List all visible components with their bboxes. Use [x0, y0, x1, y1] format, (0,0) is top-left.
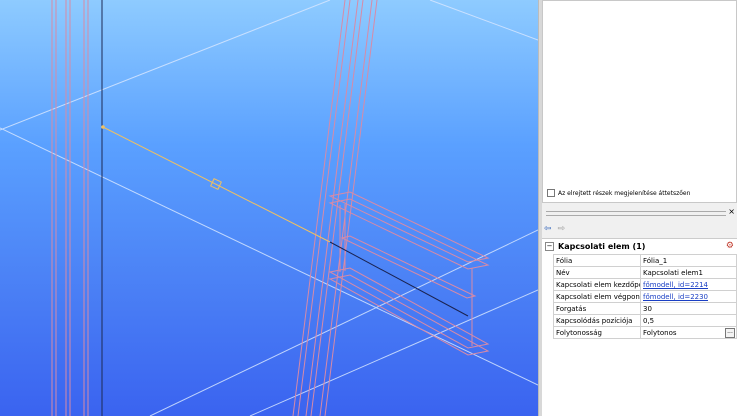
property-group-title: Kapcsolati elem (1): [558, 242, 646, 251]
property-label: Kapcsolati elem kezdőpc: [553, 278, 641, 291]
property-value-text: Folytonos: [643, 328, 677, 337]
property-row[interactable]: Kapcsolati elem végpont főmodell, id=2230: [553, 290, 737, 303]
property-group-header[interactable]: − Kapcsolati elem (1) ⚙: [542, 241, 737, 252]
property-value[interactable]: Folytonos...: [640, 326, 737, 339]
ellipsis-button[interactable]: ...: [725, 328, 735, 338]
property-value-text: Kapcsolati elem1: [643, 268, 703, 277]
property-value[interactable]: Kapcsolati elem1: [640, 266, 737, 279]
slanted-member: [292, 0, 378, 416]
property-row[interactable]: Folytonosság Folytonos...: [553, 326, 737, 339]
property-label: Forgatás: [553, 302, 641, 315]
property-value-link[interactable]: főmodell, id=2230: [643, 293, 708, 301]
properties-icon[interactable]: ⚙: [726, 241, 734, 251]
model-canvas[interactable]: [0, 0, 538, 416]
beam-axis-line: [329, 241, 469, 317]
grid-lines: [0, 0, 538, 416]
property-navigation: ⇦ ⇨: [544, 224, 565, 234]
property-value-text: 30: [643, 304, 652, 313]
property-value[interactable]: Fólia_1: [640, 254, 737, 267]
property-label: Kapcsolódás pozíciója: [553, 314, 641, 327]
property-label: Fólia: [553, 254, 641, 267]
connection-element-line: [102, 126, 331, 243]
vertical-member-left: [51, 0, 89, 416]
property-value-text: Fólia_1: [643, 256, 668, 265]
property-value[interactable]: főmodell, id=2230: [640, 290, 737, 303]
3d-viewport[interactable]: [0, 0, 538, 416]
i-beam: [328, 191, 490, 356]
property-value[interactable]: főmodell, id=2214: [640, 278, 737, 291]
back-arrow-icon[interactable]: ⇦: [544, 224, 552, 234]
property-value[interactable]: 0,5: [640, 314, 737, 327]
right-panel: Az elrejtett részek megjelenítése áttets…: [542, 0, 737, 417]
property-table: Fólia Fólia_1 Név Kapcsolati elem1 Kapcsolat…: [553, 254, 737, 339]
property-value-text: 0,5: [643, 316, 655, 325]
structure-tree-panel: Az elrejtett részek megjelenítése áttets…: [542, 0, 737, 203]
property-value-link[interactable]: főmodell, id=2214: [643, 281, 708, 289]
show-hidden-parts-option[interactable]: Az elrejtett részek megjelenítése áttets…: [547, 189, 690, 197]
property-label: Név: [553, 266, 641, 279]
collapse-icon[interactable]: −: [545, 242, 554, 251]
connection-start-point: [101, 125, 105, 129]
property-value[interactable]: 30: [640, 302, 737, 315]
show-hidden-parts-checkbox[interactable]: [547, 189, 555, 197]
properties-panel: − Kapcsolati elem (1) ⚙ Fólia Fólia_1 Név K…: [542, 238, 737, 417]
dock-grip[interactable]: [546, 211, 726, 216]
property-row[interactable]: Fólia Fólia_1: [553, 254, 737, 267]
property-label: Folytonosság: [553, 326, 641, 339]
property-label: Kapcsolati elem végpont: [553, 290, 641, 303]
property-row[interactable]: Kapcsolati elem kezdőpc főmodell, id=2214: [553, 278, 737, 291]
show-hidden-parts-label: Az elrejtett részek megjelenítése áttets…: [558, 189, 691, 197]
property-row[interactable]: Név Kapcsolati elem1: [553, 266, 737, 279]
close-icon[interactable]: ×: [728, 207, 735, 216]
properties-dock-bar[interactable]: ×: [542, 206, 737, 218]
property-row[interactable]: Forgatás 30: [553, 302, 737, 315]
property-row[interactable]: Kapcsolódás pozíciója 0,5: [553, 314, 737, 327]
forward-arrow-icon[interactable]: ⇨: [558, 224, 566, 234]
